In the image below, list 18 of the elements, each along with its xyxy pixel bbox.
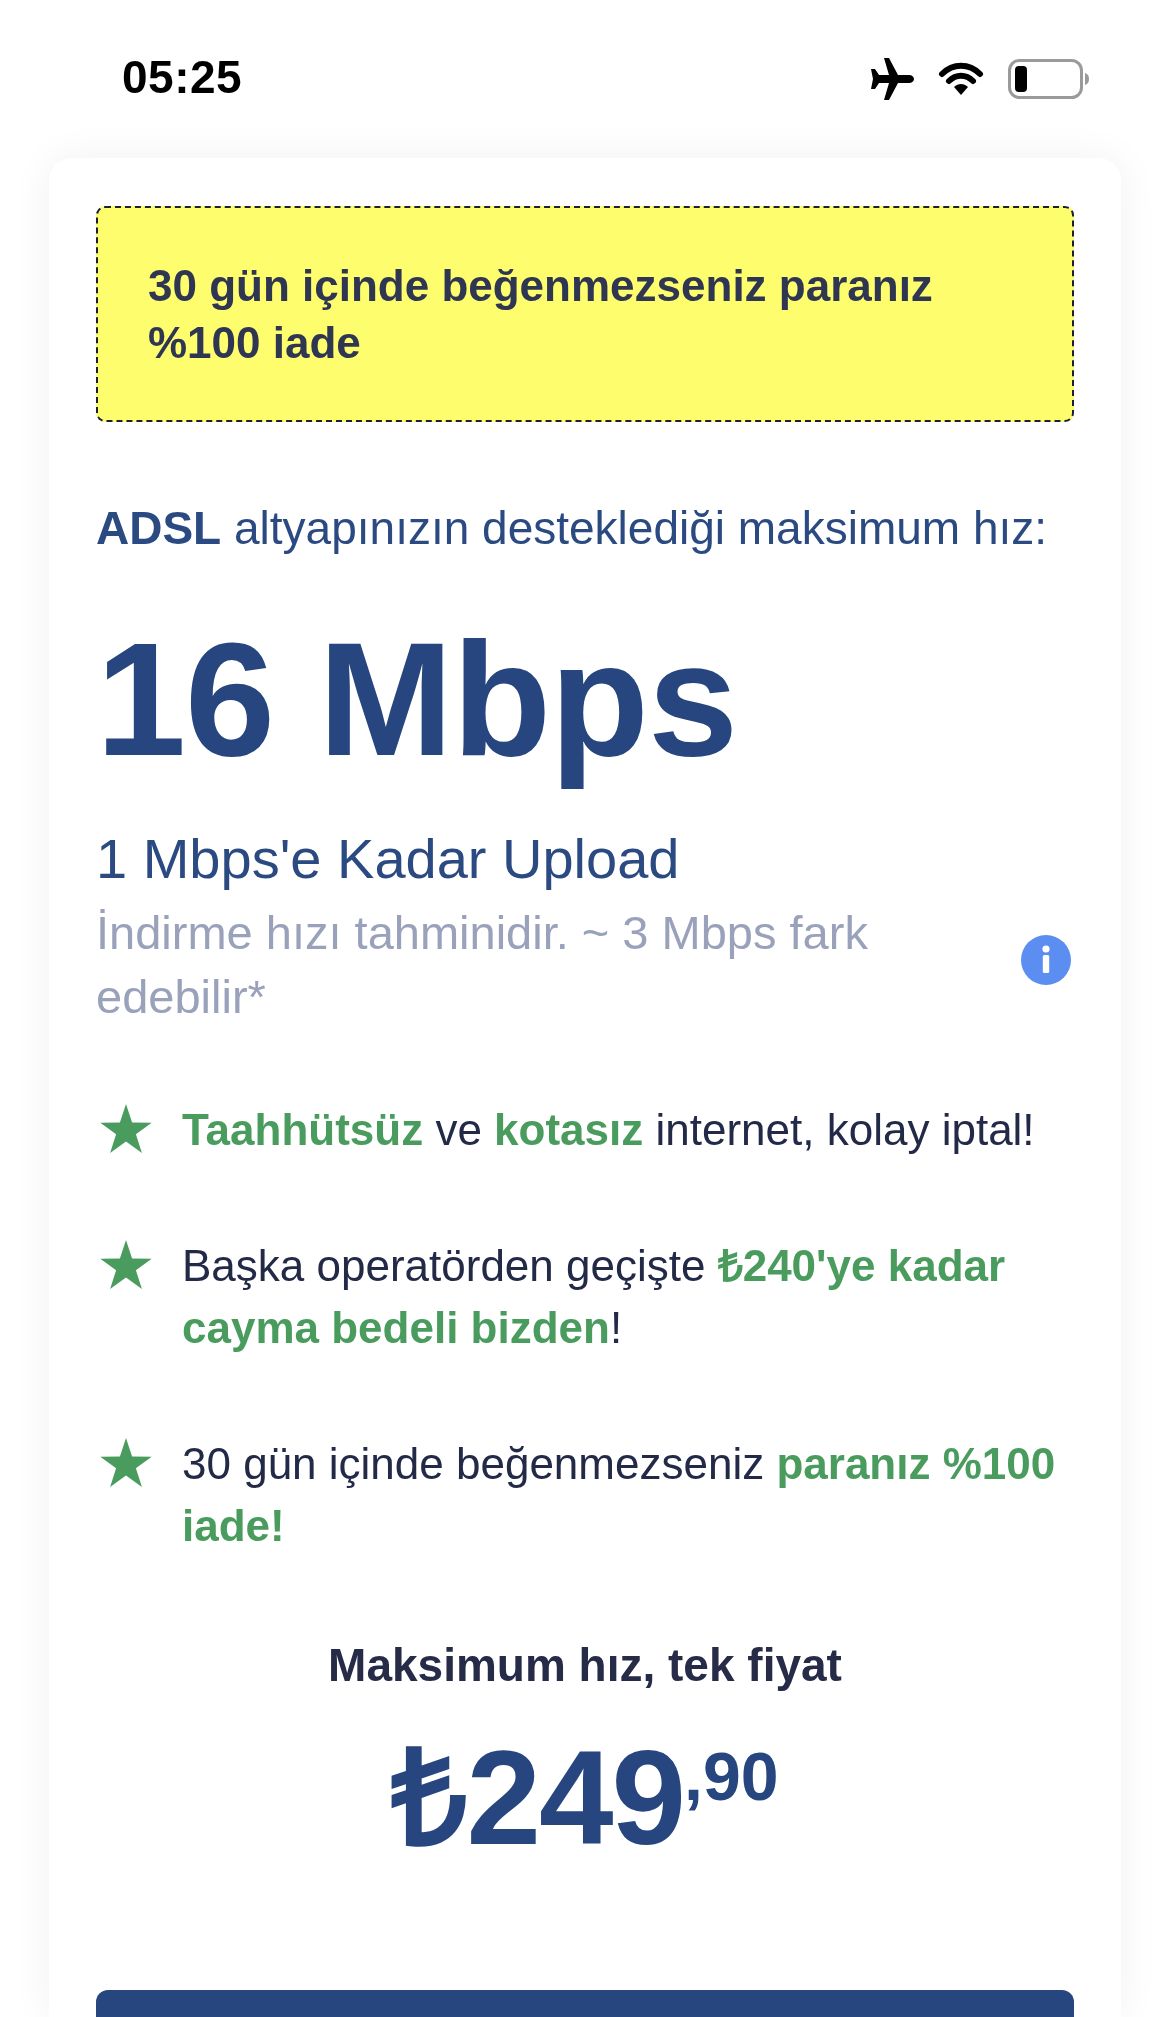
price: ₺249$^{,90}$	[390, 1721, 780, 1874]
feature-text: Başka operatörden geçişte ₺240'ye kadar cayma bedeli bizden!	[182, 1239, 1007, 1354]
status-time: 05:25	[122, 49, 243, 105]
guarantee-text: 30 gün içinde beğenmezseniz paranız %100 iade	[148, 260, 934, 369]
feature-text: 30 gün içinde beğenmezseniz paranız %100 iade!	[182, 1437, 1057, 1552]
star-icon	[100, 1239, 152, 1290]
download-speed: 16 Mbps	[96, 607, 739, 791]
wifi-icon	[938, 62, 984, 96]
battery-icon	[1008, 59, 1090, 99]
star-icon	[100, 1103, 152, 1154]
upload-speed: 1 Mbps'e Kadar Upload	[96, 826, 681, 891]
airplane-icon	[868, 58, 914, 100]
info-icon[interactable]	[1021, 934, 1071, 985]
speed-intro: ADSL altyapınızın desteklediği maksimum hız:	[96, 501, 1049, 556]
feature-text: Taahhütsüz ve kotasız internet, kolay iptal!	[182, 1103, 1035, 1156]
star-icon	[100, 1437, 152, 1488]
speed-note: İndirme hızı tahminidir. ~ 3 Mbps fark edebilir*	[96, 904, 869, 1025]
price-caption: Maksimum hız, tek fiyat	[327, 1637, 843, 1693]
